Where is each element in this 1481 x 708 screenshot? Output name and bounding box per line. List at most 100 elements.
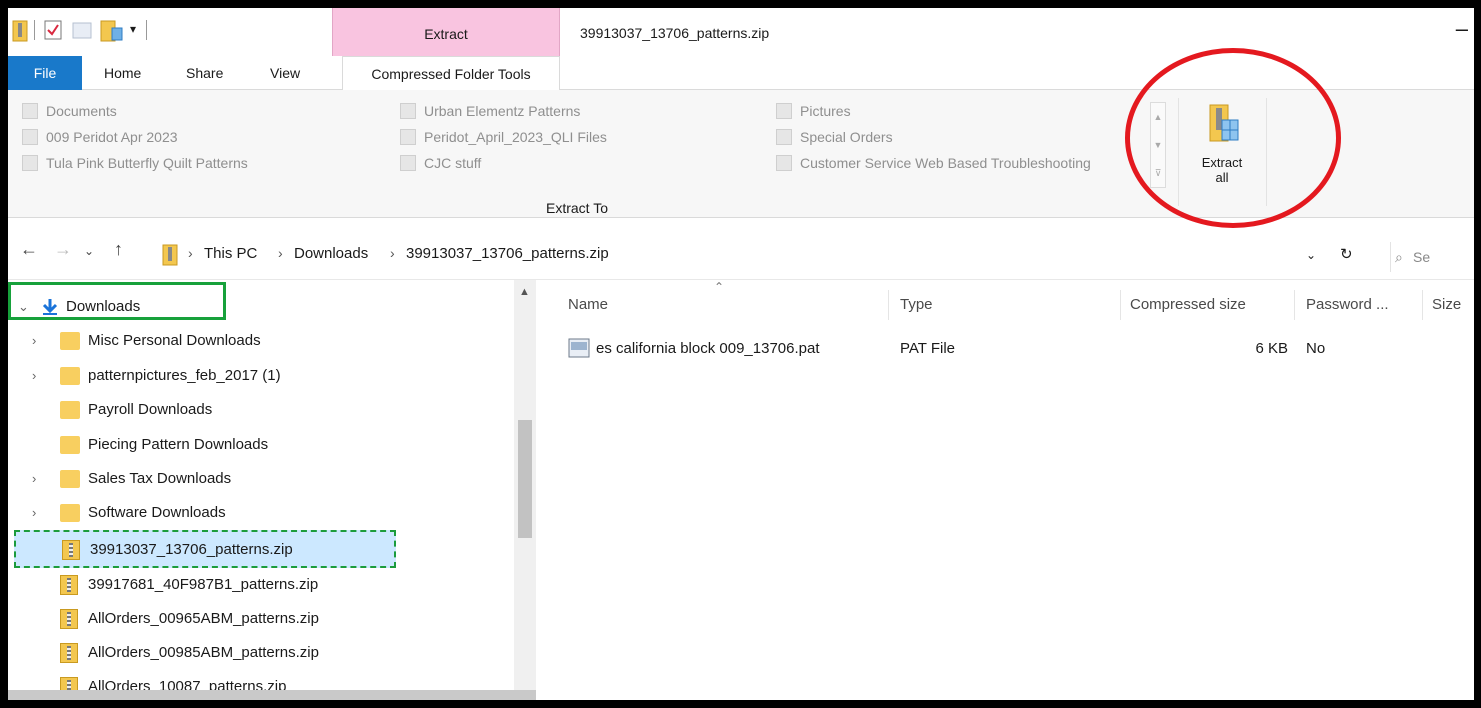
column-header-name[interactable]: Name bbox=[568, 296, 608, 313]
dest-label: Tula Pink Butterfly Quilt Patterns bbox=[46, 155, 248, 171]
annotation-red-circle bbox=[1125, 48, 1341, 228]
dest-documents[interactable]: Documents bbox=[16, 98, 117, 124]
address-row: ← → ⌄ ↑ › This PC › Downloads › 39913037… bbox=[8, 218, 1474, 280]
tree-label: AllOrders_00985ABM_patterns.zip bbox=[88, 644, 319, 661]
back-arrow-icon[interactable]: ← bbox=[20, 239, 38, 260]
folder-icon bbox=[400, 155, 416, 171]
scroll-thumb[interactable] bbox=[518, 420, 532, 538]
crumb-separator: › bbox=[278, 245, 283, 261]
column-divider[interactable] bbox=[1422, 290, 1423, 320]
search-placeholder: Se bbox=[1413, 249, 1431, 265]
search-icon: ⌕ bbox=[1395, 249, 1403, 265]
tree-item[interactable]: Piecing Pattern Downloads bbox=[8, 428, 518, 462]
window-title: 39913037_13706_patterns.zip bbox=[580, 25, 770, 41]
file-password: No bbox=[1306, 340, 1326, 357]
dest-cjc-stuff[interactable]: CJC stuff bbox=[394, 150, 481, 176]
column-header-type[interactable]: Type bbox=[900, 296, 933, 313]
dest-label: Pictures bbox=[800, 103, 851, 119]
folder-icon bbox=[22, 155, 38, 171]
column-divider[interactable] bbox=[888, 290, 889, 320]
folder-icon bbox=[776, 129, 792, 145]
column-header-compressed-size[interactable]: Compressed size bbox=[1130, 296, 1246, 313]
tree-label: Software Downloads bbox=[88, 504, 226, 521]
dest-urban-elementz[interactable]: Urban Elementz Patterns bbox=[394, 98, 580, 124]
tree-label: Misc Personal Downloads bbox=[88, 332, 261, 349]
address-dropdown-icon[interactable]: ⌄ bbox=[1306, 248, 1316, 262]
file-type: PAT File bbox=[900, 340, 956, 357]
folder-icon bbox=[60, 436, 80, 454]
address-bar[interactable]: › This PC › Downloads › 39913037_13706_p… bbox=[158, 240, 1448, 272]
chevron-right-icon[interactable]: › bbox=[32, 496, 36, 530]
zip-folder-icon bbox=[60, 609, 78, 629]
column-divider[interactable] bbox=[1120, 290, 1121, 320]
dest-label: Documents bbox=[46, 103, 117, 119]
tab-home[interactable]: Home bbox=[104, 56, 141, 90]
qat-customize-icon[interactable]: ▾ bbox=[130, 22, 136, 36]
search-input[interactable]: ⌕ Se bbox=[1390, 242, 1474, 272]
dest-peridot-apr[interactable]: 009 Peridot Apr 2023 bbox=[16, 124, 178, 150]
column-header-password[interactable]: Password ... bbox=[1306, 296, 1389, 313]
tree-item[interactable]: › Software Downloads bbox=[8, 496, 518, 530]
tree-label: 39913037_13706_patterns.zip bbox=[90, 541, 293, 558]
sort-ascending-icon: ⌃ bbox=[714, 280, 725, 294]
dest-label: CJC stuff bbox=[424, 155, 482, 171]
pat-file-icon bbox=[568, 338, 590, 358]
dest-label: Special Orders bbox=[800, 129, 893, 145]
tree-item[interactable]: › Sales Tax Downloads bbox=[8, 462, 518, 496]
qat-divider bbox=[34, 20, 35, 40]
context-tab-label: Extract bbox=[424, 26, 468, 42]
properties-icon[interactable] bbox=[44, 20, 62, 40]
folder-icon bbox=[400, 103, 416, 119]
zip-folder-icon bbox=[60, 575, 78, 595]
crumb-this-pc[interactable]: This PC bbox=[204, 245, 257, 262]
zip-folder-icon bbox=[62, 540, 80, 560]
nav-scrollbar[interactable]: ▲ bbox=[514, 280, 536, 700]
extract-to-group-label: Extract To bbox=[546, 200, 608, 216]
forward-arrow-icon[interactable]: → bbox=[54, 239, 72, 260]
up-arrow-icon[interactable]: ↑ bbox=[114, 239, 123, 260]
dest-special-orders[interactable]: Special Orders bbox=[770, 124, 893, 150]
dest-tula-pink[interactable]: Tula Pink Butterfly Quilt Patterns bbox=[16, 150, 248, 176]
tree-item[interactable]: 39917681_40F987B1_patterns.zip bbox=[8, 568, 518, 602]
zip-folder-icon bbox=[12, 20, 28, 42]
dest-pictures[interactable]: Pictures bbox=[770, 98, 851, 124]
explorer-window: ▾ Extract 39913037_13706_patterns.zip – … bbox=[8, 8, 1474, 700]
tree-label: Payroll Downloads bbox=[88, 401, 213, 418]
zip-grid-icon[interactable] bbox=[100, 20, 124, 42]
qat-divider-2 bbox=[146, 20, 147, 40]
tree-item[interactable]: › patternpictures_feb_2017 (1) bbox=[8, 359, 518, 393]
dest-label: 009 Peridot Apr 2023 bbox=[46, 129, 178, 145]
new-folder-icon[interactable] bbox=[72, 20, 92, 40]
tree-item[interactable]: AllOrders_00965ABM_patterns.zip bbox=[8, 602, 518, 636]
chevron-right-icon[interactable]: › bbox=[32, 462, 36, 496]
tree-item[interactable]: › Misc Personal Downloads bbox=[8, 324, 518, 358]
recent-locations-icon[interactable]: ⌄ bbox=[84, 244, 94, 258]
minimize-button[interactable]: – bbox=[1456, 16, 1468, 42]
chevron-right-icon[interactable]: › bbox=[32, 359, 36, 393]
tab-view[interactable]: View bbox=[270, 56, 300, 90]
refresh-icon[interactable]: ↻ bbox=[1340, 245, 1353, 263]
tree-item-selected[interactable]: 39913037_13706_patterns.zip bbox=[14, 530, 396, 568]
tab-file[interactable]: File bbox=[8, 56, 82, 90]
tree-label: AllOrders_00965ABM_patterns.zip bbox=[88, 610, 319, 627]
document-icon bbox=[22, 103, 38, 119]
dest-label: Urban Elementz Patterns bbox=[424, 103, 581, 119]
tab-share[interactable]: Share bbox=[186, 56, 223, 90]
pictures-icon bbox=[776, 103, 792, 119]
dest-customer-service[interactable]: Customer Service Web Based Troubleshooti… bbox=[770, 150, 1150, 176]
folder-icon bbox=[400, 129, 416, 145]
tree-item[interactable]: AllOrders_00985ABM_patterns.zip bbox=[8, 636, 518, 670]
folder-icon bbox=[60, 470, 80, 488]
tree-label: 39917681_40F987B1_patterns.zip bbox=[88, 576, 319, 593]
scroll-up-icon[interactable]: ▲ bbox=[519, 286, 530, 298]
annotation-green-box bbox=[8, 282, 226, 320]
dest-peridot-qli[interactable]: Peridot_April_2023_QLI Files bbox=[394, 124, 607, 150]
folder-icon bbox=[60, 401, 80, 419]
column-divider[interactable] bbox=[1294, 290, 1295, 320]
tree-item[interactable]: Payroll Downloads bbox=[8, 393, 518, 427]
crumb-downloads[interactable]: Downloads bbox=[294, 245, 368, 262]
tab-compressed-folder-tools[interactable]: Compressed Folder Tools bbox=[342, 56, 560, 90]
chevron-right-icon[interactable]: › bbox=[32, 324, 36, 358]
column-header-size[interactable]: Size bbox=[1432, 296, 1461, 313]
crumb-zip[interactable]: 39913037_13706_patterns.zip bbox=[406, 245, 609, 262]
